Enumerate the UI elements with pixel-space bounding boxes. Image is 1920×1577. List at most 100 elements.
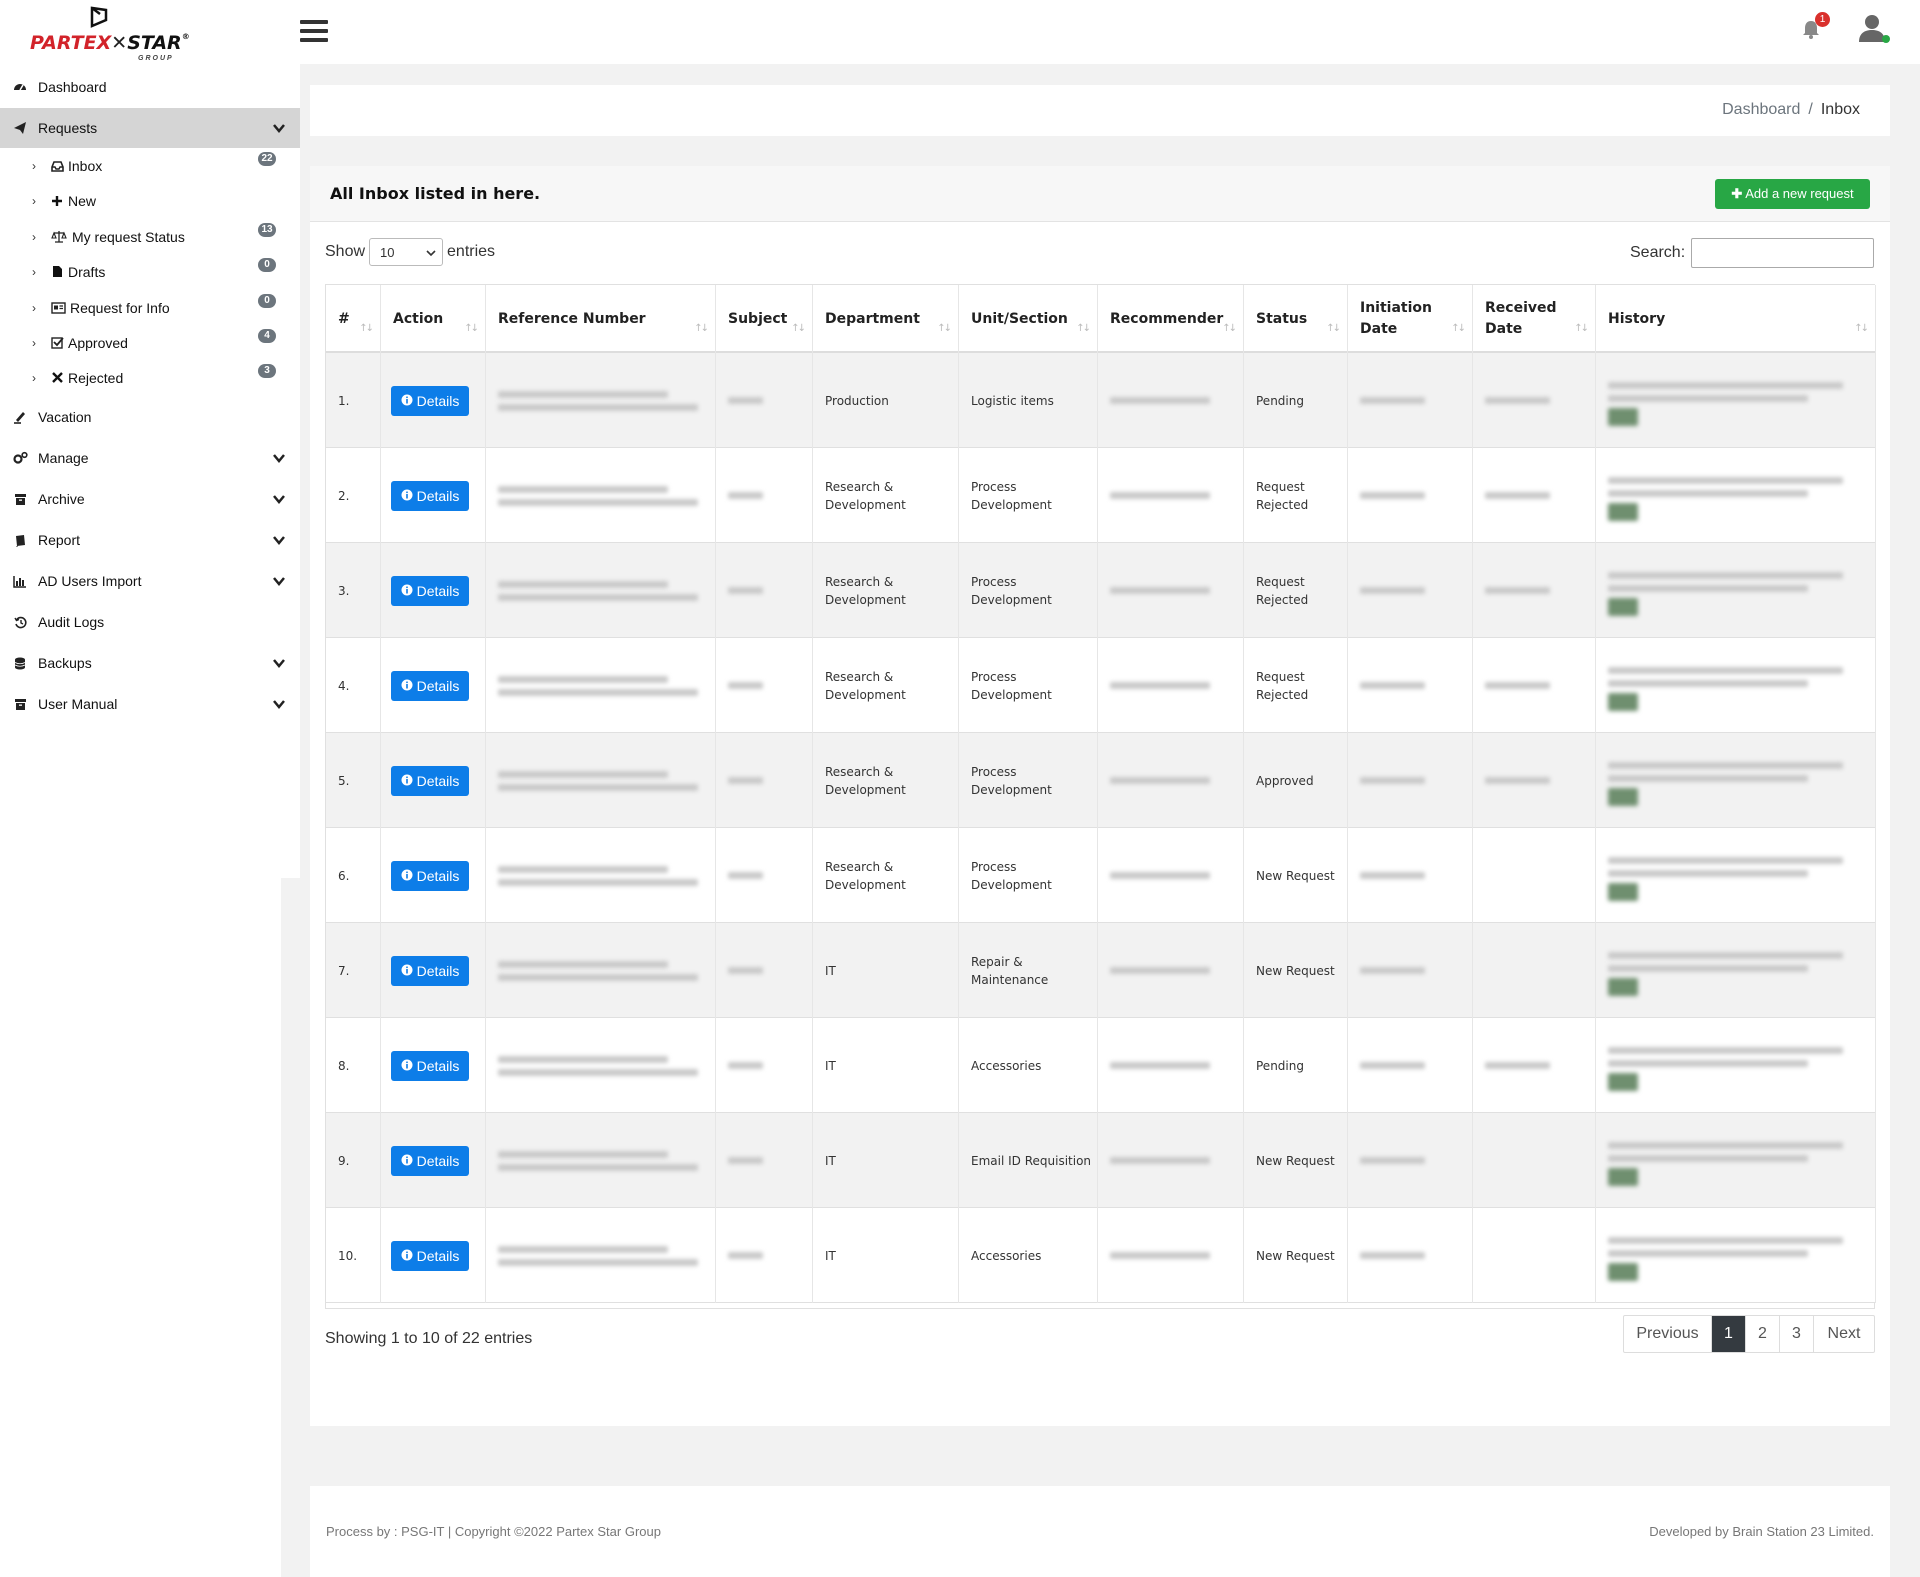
details-button-label: Details <box>416 582 460 599</box>
cell-subject <box>716 733 813 828</box>
col-history-header[interactable]: History ↑↓ <box>1596 285 1876 353</box>
column-header-label: Department <box>825 310 920 327</box>
sidebar-item-ad-users-import[interactable]: AD Users Import <box>0 561 300 601</box>
pagination-page-1[interactable]: 1 <box>1712 1316 1746 1352</box>
sidebar-subitem-request-for-info[interactable]: › Request for Info 0 <box>0 290 300 325</box>
col-received-date-header[interactable]: Received Date ↑↓ <box>1473 285 1596 353</box>
redacted-text <box>1485 391 1550 410</box>
redacted-history <box>1608 471 1843 521</box>
entries-per-page-select[interactable]: 10 <box>369 238 444 266</box>
add-new-request-label: Add a new request <box>1745 186 1854 201</box>
unit-section-value: Logistic items <box>971 393 1054 408</box>
chevron-down-icon <box>273 536 285 545</box>
redacted-history <box>1608 1231 1843 1281</box>
sidebar-item-report[interactable]: Report <box>0 520 300 560</box>
breadcrumb-separator: / <box>1808 101 1813 118</box>
sidebar-item-audit-logs[interactable]: Audit Logs <box>0 602 300 642</box>
details-button-label: Details <box>416 392 460 409</box>
sidebar-subitem-inbox[interactable]: › Inbox 22 <box>0 148 300 183</box>
cell-reference-number <box>486 543 716 638</box>
sidebar-item-label: Dashboard <box>38 79 107 95</box>
sidebar-item-dashboard[interactable]: Dashboard <box>0 67 300 107</box>
sidebar-item-label: AD Users Import <box>38 573 142 589</box>
department-value: Production <box>825 393 889 408</box>
cell-unit-section: Process Development <box>959 638 1098 733</box>
footer-copyright: Process by : PSG-IT | Copyright ©2022 Pa… <box>326 1524 661 1539</box>
history-icon <box>12 614 28 630</box>
sidebar-item-backups[interactable]: Backups <box>0 643 300 683</box>
col-reference-number-header[interactable]: Reference Number ↑↓ <box>486 285 716 353</box>
sidebar-item-archive[interactable]: Archive <box>0 479 300 519</box>
details-button[interactable]: Details <box>391 670 469 701</box>
col-subject-header[interactable]: Subject ↑↓ <box>716 285 813 353</box>
cell-unit-section: Repair & Maintenance <box>959 923 1098 1018</box>
column-header-label: Recommender <box>1110 310 1224 327</box>
sidebar-subitem-approved[interactable]: › Approved 4 <box>0 325 300 360</box>
sidebar-item-requests[interactable]: Requests <box>0 108 300 148</box>
pagination-previous[interactable]: Previous <box>1624 1316 1712 1352</box>
col-unit-section-header[interactable]: Unit/Section ↑↓ <box>959 285 1098 353</box>
details-button[interactable]: Details <box>391 1240 469 1271</box>
details-button[interactable]: Details <box>391 1145 469 1176</box>
details-button[interactable]: Details <box>391 1050 469 1081</box>
cell-subject <box>716 638 813 733</box>
sidebar-item-user-manual[interactable]: User Manual <box>0 684 300 724</box>
cell-received-date <box>1473 1113 1596 1208</box>
breadcrumb-dashboard-link[interactable]: Dashboard <box>1722 101 1800 119</box>
redacted-text <box>1110 1246 1210 1265</box>
cell-history <box>1596 828 1876 923</box>
col-department-header[interactable]: Department ↑↓ <box>813 285 959 353</box>
row-number: 8. <box>338 1058 350 1073</box>
cell-initiation-date <box>1348 828 1473 923</box>
chevron-down-icon <box>273 700 285 709</box>
sidebar-subitem-rejected[interactable]: › Rejected 3 <box>0 360 300 395</box>
cell-history <box>1596 448 1876 543</box>
cell-reference-number <box>486 828 716 923</box>
redacted-history <box>1608 566 1843 616</box>
col-action-header[interactable]: Action ↑↓ <box>381 285 486 353</box>
pagination-next[interactable]: Next <box>1814 1316 1874 1352</box>
col-number-header[interactable]: # ↑↓ <box>326 285 381 353</box>
cell-received-date <box>1473 1208 1596 1303</box>
details-button[interactable]: Details <box>391 385 469 416</box>
sidebar-subitem-drafts[interactable]: › Drafts 0 <box>0 254 300 289</box>
details-button[interactable]: Details <box>391 575 469 606</box>
menu-toggle-button[interactable] <box>300 20 328 44</box>
cell-action: Details <box>381 828 486 923</box>
info-circle-icon <box>401 1058 413 1074</box>
unit-section-value: Process Development <box>971 669 1052 702</box>
details-button[interactable]: Details <box>391 765 469 796</box>
col-initiation-date-header[interactable]: Initiation Date ↑↓ <box>1348 285 1473 353</box>
details-button[interactable]: Details <box>391 955 469 986</box>
sidebar-item-label: Report <box>38 532 81 548</box>
cell-initiation-date <box>1348 733 1473 828</box>
redacted-text <box>728 1151 763 1170</box>
status-value: Pending <box>1256 393 1304 408</box>
sidebar-item-vacation[interactable]: Vacation <box>0 397 300 437</box>
partex-star-logo[interactable]: PARTEX✕STAR® GROUP <box>30 6 190 62</box>
dashboard-icon <box>12 79 28 95</box>
sidebar-item-manage[interactable]: Manage <box>0 438 300 478</box>
sidebar-subitem-my-request-status[interactable]: › My request Status 13 <box>0 219 300 254</box>
sidebar: Dashboard Requests › Inbox 22 › New › My… <box>0 64 300 878</box>
add-new-request-button[interactable]: ✚ Add a new request <box>1715 179 1870 209</box>
pagination-page-2[interactable]: 2 <box>1746 1316 1780 1352</box>
status-value: New Request <box>1256 1248 1335 1263</box>
redacted-text <box>498 1240 698 1272</box>
details-button[interactable]: Details <box>391 480 469 511</box>
department-value: Research & Development <box>825 859 906 892</box>
sidebar-subitem-new[interactable]: › New <box>0 183 300 218</box>
column-header-label: Subject <box>728 310 788 327</box>
search-input[interactable] <box>1691 238 1875 268</box>
pagination-page-3[interactable]: 3 <box>1780 1316 1814 1352</box>
cell-history <box>1596 543 1876 638</box>
col-status-header[interactable]: Status ↑↓ <box>1244 285 1348 353</box>
details-button-label: Details <box>416 772 460 789</box>
redacted-text <box>1110 771 1210 790</box>
id-card-icon <box>50 301 66 315</box>
breadcrumb-current: Inbox <box>1820 101 1860 118</box>
redacted-text <box>1360 581 1425 600</box>
col-recommender-header[interactable]: Recommender ↑↓ <box>1098 285 1244 353</box>
info-circle-icon <box>401 583 413 599</box>
details-button[interactable]: Details <box>391 860 469 891</box>
